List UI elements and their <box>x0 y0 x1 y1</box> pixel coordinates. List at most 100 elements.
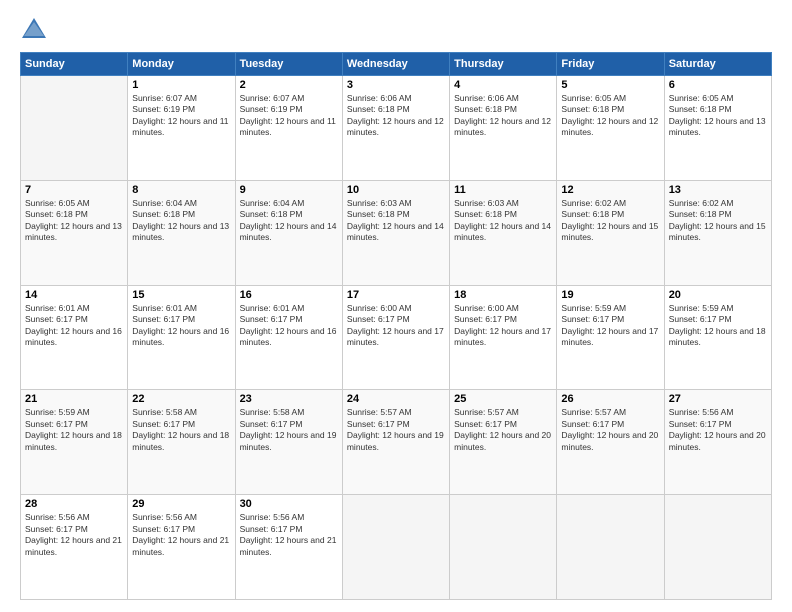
day-number: 25 <box>454 393 552 405</box>
day-detail: Sunrise: 5:56 AM Sunset: 6:17 PM Dayligh… <box>25 512 123 558</box>
day-detail: Sunrise: 5:59 AM Sunset: 6:17 PM Dayligh… <box>25 407 123 453</box>
day-detail: Sunrise: 6:03 AM Sunset: 6:18 PM Dayligh… <box>347 198 445 244</box>
calendar-cell: 2 Sunrise: 6:07 AM Sunset: 6:19 PM Daylig… <box>235 76 342 181</box>
day-detail: Sunrise: 6:06 AM Sunset: 6:18 PM Dayligh… <box>454 93 552 139</box>
day-number: 7 <box>25 184 123 196</box>
week-row-5: 28 Sunrise: 5:56 AM Sunset: 6:17 PM Dayli… <box>21 495 772 600</box>
day-detail: Sunrise: 6:01 AM Sunset: 6:17 PM Dayligh… <box>240 303 338 349</box>
day-detail: Sunrise: 6:00 AM Sunset: 6:17 PM Dayligh… <box>347 303 445 349</box>
calendar-cell: 23 Sunrise: 5:58 AM Sunset: 6:17 PM Dayli… <box>235 390 342 495</box>
day-detail: Sunrise: 6:07 AM Sunset: 6:19 PM Dayligh… <box>132 93 230 139</box>
calendar-cell <box>557 495 664 600</box>
calendar-cell: 12 Sunrise: 6:02 AM Sunset: 6:18 PM Dayli… <box>557 180 664 285</box>
day-detail: Sunrise: 5:58 AM Sunset: 6:17 PM Dayligh… <box>132 407 230 453</box>
calendar-cell <box>450 495 557 600</box>
day-detail: Sunrise: 6:05 AM Sunset: 6:18 PM Dayligh… <box>25 198 123 244</box>
day-number: 5 <box>561 79 659 91</box>
day-detail: Sunrise: 6:04 AM Sunset: 6:18 PM Dayligh… <box>132 198 230 244</box>
day-number: 24 <box>347 393 445 405</box>
day-detail: Sunrise: 5:57 AM Sunset: 6:17 PM Dayligh… <box>561 407 659 453</box>
day-detail: Sunrise: 5:56 AM Sunset: 6:17 PM Dayligh… <box>669 407 767 453</box>
day-number: 22 <box>132 393 230 405</box>
week-row-4: 21 Sunrise: 5:59 AM Sunset: 6:17 PM Dayli… <box>21 390 772 495</box>
day-number: 18 <box>454 289 552 301</box>
calendar-cell: 16Sunrise: 6:01 AM Sunset: 6:17 PM Dayli… <box>235 285 342 390</box>
calendar-cell: 25 Sunrise: 5:57 AM Sunset: 6:17 PM Dayli… <box>450 390 557 495</box>
calendar-cell: 21 Sunrise: 5:59 AM Sunset: 6:17 PM Dayli… <box>21 390 128 495</box>
day-detail: Sunrise: 6:00 AM Sunset: 6:17 PM Dayligh… <box>454 303 552 349</box>
weekday-header-saturday: Saturday <box>664 53 771 76</box>
day-number: 8 <box>132 184 230 196</box>
day-number: 20 <box>669 289 767 301</box>
weekday-header-tuesday: Tuesday <box>235 53 342 76</box>
day-detail: Sunrise: 5:57 AM Sunset: 6:17 PM Dayligh… <box>347 407 445 453</box>
day-detail: Sunrise: 6:07 AM Sunset: 6:19 PM Dayligh… <box>240 93 338 139</box>
weekday-header-monday: Monday <box>128 53 235 76</box>
logo-icon <box>20 16 48 44</box>
calendar-cell: 27 Sunrise: 5:56 AM Sunset: 6:17 PM Dayli… <box>664 390 771 495</box>
day-detail: Sunrise: 6:01 AM Sunset: 6:17 PM Dayligh… <box>25 303 123 349</box>
day-number: 28 <box>25 498 123 510</box>
calendar-cell: 19 Sunrise: 5:59 AM Sunset: 6:17 PM Dayli… <box>557 285 664 390</box>
calendar-cell: 8 Sunrise: 6:04 AM Sunset: 6:18 PM Daylig… <box>128 180 235 285</box>
calendar-cell <box>21 76 128 181</box>
calendar-cell: 10 Sunrise: 6:03 AM Sunset: 6:18 PM Dayli… <box>342 180 449 285</box>
day-number: 27 <box>669 393 767 405</box>
calendar-cell <box>342 495 449 600</box>
calendar-cell: 20 Sunrise: 5:59 AM Sunset: 6:17 PM Dayli… <box>664 285 771 390</box>
day-detail: Sunrise: 5:56 AM Sunset: 6:17 PM Dayligh… <box>132 512 230 558</box>
day-detail: Sunrise: 6:06 AM Sunset: 6:18 PM Dayligh… <box>347 93 445 139</box>
page: SundayMondayTuesdayWednesdayThursdayFrid… <box>0 0 792 612</box>
day-detail: Sunrise: 5:56 AM Sunset: 6:17 PM Dayligh… <box>240 512 338 558</box>
day-number: 2 <box>240 79 338 91</box>
weekday-header-sunday: Sunday <box>21 53 128 76</box>
calendar-cell: 30Sunrise: 5:56 AM Sunset: 6:17 PM Dayli… <box>235 495 342 600</box>
calendar-cell: 17 Sunrise: 6:00 AM Sunset: 6:17 PM Dayli… <box>342 285 449 390</box>
calendar-cell: 13Sunrise: 6:02 AM Sunset: 6:18 PM Dayli… <box>664 180 771 285</box>
header <box>20 16 772 44</box>
day-detail: Sunrise: 6:02 AM Sunset: 6:18 PM Dayligh… <box>561 198 659 244</box>
day-number: 29 <box>132 498 230 510</box>
weekday-header-thursday: Thursday <box>450 53 557 76</box>
weekday-row: SundayMondayTuesdayWednesdayThursdayFrid… <box>21 53 772 76</box>
day-detail: Sunrise: 6:04 AM Sunset: 6:18 PM Dayligh… <box>240 198 338 244</box>
calendar-cell: 6Sunrise: 6:05 AM Sunset: 6:18 PM Daylig… <box>664 76 771 181</box>
day-number: 15 <box>132 289 230 301</box>
calendar-cell: 15Sunrise: 6:01 AM Sunset: 6:17 PM Dayli… <box>128 285 235 390</box>
calendar-cell: 1 Sunrise: 6:07 AM Sunset: 6:19 PM Daylig… <box>128 76 235 181</box>
calendar-cell: 28 Sunrise: 5:56 AM Sunset: 6:17 PM Dayli… <box>21 495 128 600</box>
calendar-cell: 5 Sunrise: 6:05 AM Sunset: 6:18 PM Daylig… <box>557 76 664 181</box>
calendar-table: SundayMondayTuesdayWednesdayThursdayFrid… <box>20 52 772 600</box>
day-detail: Sunrise: 6:05 AM Sunset: 6:18 PM Dayligh… <box>561 93 659 139</box>
day-number: 10 <box>347 184 445 196</box>
day-number: 11 <box>454 184 552 196</box>
day-detail: Sunrise: 5:58 AM Sunset: 6:17 PM Dayligh… <box>240 407 338 453</box>
calendar-cell: 14Sunrise: 6:01 AM Sunset: 6:17 PM Dayli… <box>21 285 128 390</box>
day-detail: Sunrise: 5:57 AM Sunset: 6:17 PM Dayligh… <box>454 407 552 453</box>
day-number: 13 <box>669 184 767 196</box>
day-number: 19 <box>561 289 659 301</box>
day-number: 1 <box>132 79 230 91</box>
calendar-cell: 11 Sunrise: 6:03 AM Sunset: 6:18 PM Dayli… <box>450 180 557 285</box>
calendar-cell: 22 Sunrise: 5:58 AM Sunset: 6:17 PM Dayli… <box>128 390 235 495</box>
day-detail: Sunrise: 5:59 AM Sunset: 6:17 PM Dayligh… <box>669 303 767 349</box>
week-row-1: 1 Sunrise: 6:07 AM Sunset: 6:19 PM Daylig… <box>21 76 772 181</box>
day-number: 9 <box>240 184 338 196</box>
day-number: 3 <box>347 79 445 91</box>
logo <box>20 16 52 44</box>
day-number: 12 <box>561 184 659 196</box>
day-detail: Sunrise: 6:03 AM Sunset: 6:18 PM Dayligh… <box>454 198 552 244</box>
day-number: 4 <box>454 79 552 91</box>
calendar-cell: 26 Sunrise: 5:57 AM Sunset: 6:17 PM Dayli… <box>557 390 664 495</box>
calendar-cell: 3 Sunrise: 6:06 AM Sunset: 6:18 PM Daylig… <box>342 76 449 181</box>
calendar-cell: 9 Sunrise: 6:04 AM Sunset: 6:18 PM Daylig… <box>235 180 342 285</box>
day-number: 26 <box>561 393 659 405</box>
day-number: 17 <box>347 289 445 301</box>
weekday-header-friday: Friday <box>557 53 664 76</box>
day-detail: Sunrise: 6:05 AM Sunset: 6:18 PM Dayligh… <box>669 93 767 139</box>
calendar-header: SundayMondayTuesdayWednesdayThursdayFrid… <box>21 53 772 76</box>
day-number: 21 <box>25 393 123 405</box>
day-detail: Sunrise: 5:59 AM Sunset: 6:17 PM Dayligh… <box>561 303 659 349</box>
calendar-cell: 18 Sunrise: 6:00 AM Sunset: 6:17 PM Dayli… <box>450 285 557 390</box>
day-number: 23 <box>240 393 338 405</box>
